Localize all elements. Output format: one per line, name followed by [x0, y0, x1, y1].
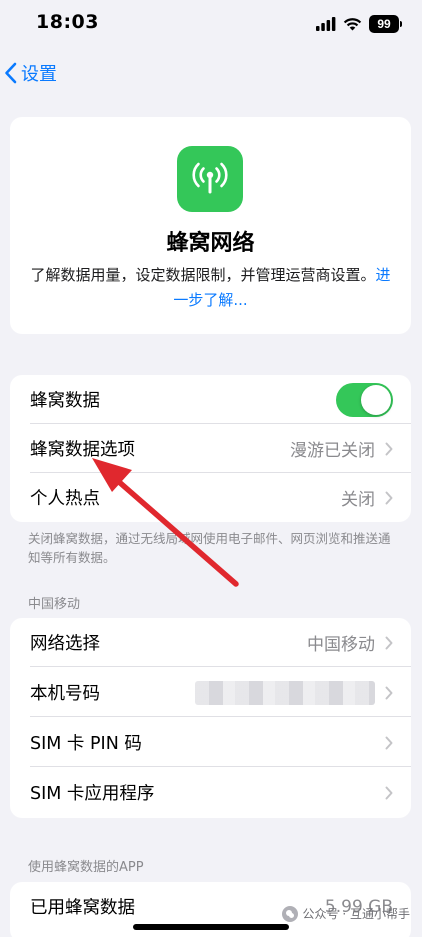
row-label: 蜂窝数据 — [30, 391, 100, 411]
chevron-right-icon — [385, 736, 393, 749]
toggle-knob — [361, 384, 391, 415]
carrier-settings-group: 网络选择 中国移动 本机号码 SIM 卡 PIN 码 SIM 卡应用程序 — [10, 618, 411, 818]
network-selection-row[interactable]: 网络选择 中国移动 — [10, 618, 411, 667]
row-label: SIM 卡 PIN 码 — [30, 734, 142, 754]
cellular-antenna-icon — [177, 146, 243, 212]
status-bar: 18:03 99 — [0, 0, 422, 50]
cellular-signal-icon — [316, 17, 336, 31]
chevron-right-icon — [385, 491, 393, 504]
row-label: SIM 卡应用程序 — [30, 784, 155, 804]
watermark: 公众号 · 互通小帮手 — [281, 905, 410, 922]
row-label: 个人热点 — [30, 489, 100, 509]
apps-section-header: 使用蜂窝数据的APP — [28, 860, 144, 875]
row-label: 蜂窝数据选项 — [30, 440, 135, 460]
cellular-data-options-row[interactable]: 蜂窝数据选项 漫游已关闭 — [10, 424, 411, 473]
nav-bar: 设置 — [0, 55, 422, 91]
chevron-right-icon — [385, 786, 393, 799]
row-label: 已用蜂窝数据 — [30, 898, 135, 918]
chevron-right-icon — [385, 636, 393, 649]
watermark-text: 公众号 · 互通小帮手 — [302, 907, 410, 921]
page-title: 蜂窝网络 — [166, 231, 255, 256]
carrier-section-header: 中国移动 — [28, 597, 81, 612]
status-icons: 99 — [316, 14, 402, 34]
redacted-phone-number — [195, 680, 375, 705]
back-button[interactable]: 设置 — [4, 55, 57, 91]
cellular-data-row: 蜂窝数据 — [10, 375, 411, 424]
battery-cap — [400, 21, 402, 27]
row-separator — [30, 766, 411, 767]
hero-description: 了解数据用量，设定数据限制，并管理运营商设置。进一步了解... — [30, 263, 391, 313]
cellular-footer-note: 关闭蜂窝数据，通过无线局域网使用电子邮件、网页浏览和推送通知等所有数据。 — [28, 531, 391, 565]
row-value: 关闭 — [341, 490, 375, 510]
hero-description-text: 了解数据用量，设定数据限制，并管理运营商设置。 — [30, 266, 376, 284]
wifi-icon — [343, 18, 362, 31]
chevron-left-icon — [5, 62, 17, 84]
wechat-official-account-icon — [281, 905, 298, 922]
my-number-row[interactable]: 本机号码 — [10, 668, 411, 717]
row-value: 中国移动 — [307, 635, 375, 655]
cellular-data-toggle[interactable] — [336, 382, 393, 417]
status-time: 18:03 — [36, 11, 99, 33]
personal-hotspot-row[interactable]: 个人热点 关闭 — [10, 473, 411, 522]
sim-applications-row[interactable]: SIM 卡应用程序 — [10, 768, 411, 817]
row-label: 本机号码 — [30, 684, 100, 704]
row-separator — [30, 716, 411, 717]
row-label: 网络选择 — [30, 634, 100, 654]
home-indicator — [133, 924, 289, 930]
sim-pin-row[interactable]: SIM 卡 PIN 码 — [10, 718, 411, 767]
cellular-info-card: 蜂窝网络 了解数据用量，设定数据限制，并管理运营商设置。进一步了解... — [10, 117, 411, 334]
chevron-right-icon — [385, 686, 393, 699]
chevron-right-icon — [385, 442, 393, 455]
row-value: 漫游已关闭 — [290, 441, 375, 461]
back-label: 设置 — [21, 64, 57, 85]
battery-indicator: 99 — [369, 15, 399, 33]
cellular-settings-group: 蜂窝数据 蜂窝数据选项 漫游已关闭 个人热点 关闭 — [10, 375, 411, 522]
row-separator — [30, 666, 411, 667]
